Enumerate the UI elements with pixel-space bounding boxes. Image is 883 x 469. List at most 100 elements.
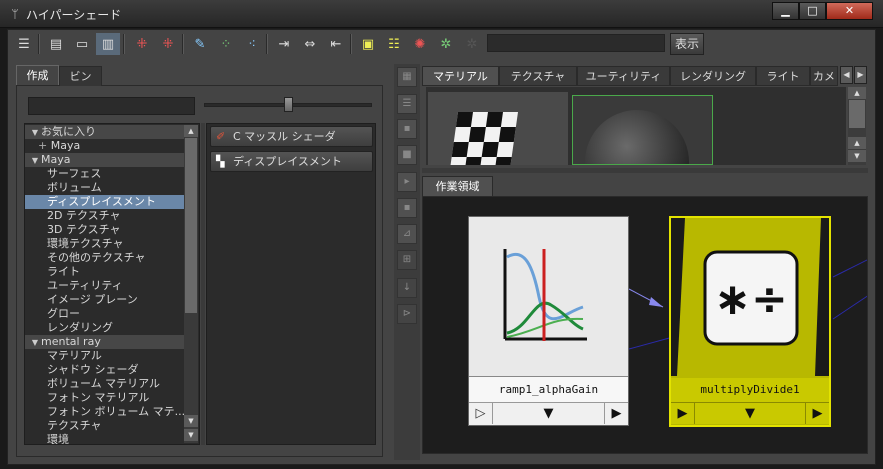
tree-item[interactable]: イメージ プレーン — [25, 293, 185, 307]
tree-header-favorites[interactable]: ▼ お気に入り — [25, 125, 185, 139]
frame-selected-icon[interactable]: ✲ — [460, 33, 484, 55]
tree-item[interactable]: 環境テクスチャ — [25, 237, 185, 251]
scroll-up-icon[interactable]: ▲ — [184, 125, 198, 137]
ramp-node-name[interactable]: ramp1_alphaGain — [469, 376, 628, 402]
graph-nodes-icon[interactable]: ⁘ — [214, 33, 238, 55]
scroll-up-icon[interactable]: ▲ — [848, 87, 866, 99]
input-connections-icon[interactable]: ⇥ — [272, 33, 296, 55]
expand-arrow-icon[interactable]: ▼ — [29, 336, 41, 349]
node-displacement[interactable]: ▚ ディスプレイスメント — [210, 151, 373, 172]
tree-item[interactable]: グロー — [25, 307, 185, 321]
expand-down-icon[interactable]: ▼ — [695, 403, 805, 424]
output-connections-icon[interactable]: ⇤ — [324, 33, 348, 55]
tab-camera[interactable]: カメ — [810, 66, 838, 86]
tree-item[interactable]: テクスチャ — [25, 419, 185, 433]
slider-handle[interactable] — [284, 97, 293, 112]
tab-work-area[interactable]: 作業領域 — [422, 176, 493, 196]
tab-scroll-right-icon[interactable]: ▶ — [854, 66, 867, 84]
tree-item[interactable]: 3D テクスチャ — [25, 223, 185, 237]
tab-material[interactable]: マテリアル — [422, 66, 499, 86]
node-c-muscle-shader[interactable]: ✐ C マッスル シェーダ — [210, 126, 373, 147]
expand-arrow-icon[interactable]: ▼ — [29, 154, 41, 167]
square-icon[interactable]: ■ — [397, 145, 417, 165]
pane-splitter[interactable] — [422, 168, 868, 173]
list-icon[interactable]: ☰ — [397, 94, 417, 114]
search-input[interactable] — [28, 97, 195, 115]
scroll-down-icon[interactable]: ▼ — [184, 415, 198, 427]
play-icon[interactable]: ▶ — [671, 403, 695, 424]
connection-line[interactable] — [628, 336, 674, 350]
play-outline-icon[interactable]: ▷ — [469, 403, 493, 424]
show-button[interactable]: 表示 — [670, 33, 704, 55]
tab-utility[interactable]: ユーティリティ — [577, 66, 670, 86]
rearrange-icon[interactable]: ⁖ — [240, 33, 264, 55]
close-button[interactable]: ✕ — [826, 2, 873, 20]
tree-item[interactable]: サーフェス — [25, 167, 185, 181]
side-tool-icon[interactable]: ▸ — [397, 172, 417, 192]
scroll-down-icon[interactable]: ▼ — [848, 150, 866, 162]
sphere-swatch[interactable] — [572, 95, 713, 165]
input-output-icon[interactable]: ⇔ — [298, 33, 322, 55]
layout-split-icon[interactable]: ▥ — [96, 33, 120, 55]
swatch-scrollbar[interactable]: ▲ ▲ ▼ — [848, 87, 866, 165]
tab-create[interactable]: 作成 — [16, 65, 59, 85]
scroll-thumb[interactable] — [185, 138, 197, 313]
tree-item[interactable]: ユーティリティ — [25, 279, 185, 293]
play-icon[interactable]: ▶ — [604, 403, 628, 424]
tab-texture[interactable]: テクスチャ — [499, 66, 577, 86]
layout-bottom-icon[interactable]: ▭ — [70, 33, 94, 55]
tree-header-mental-ray[interactable]: ▼ mental ray — [25, 335, 185, 349]
tree-item[interactable]: フォトン マテリアル — [25, 391, 185, 405]
tree-scrollbar[interactable]: ▲ ▼ ▼ — [184, 125, 198, 443]
expand-down-icon[interactable]: ▼ — [493, 403, 604, 424]
panel-splitter[interactable] — [201, 123, 205, 445]
tab-bin[interactable]: ビン — [59, 66, 102, 86]
frame-all-icon[interactable]: ✲ — [434, 33, 458, 55]
scroll-down-icon[interactable]: ▼ — [184, 429, 198, 441]
tree-item[interactable]: その他のテクスチャ — [25, 251, 185, 265]
tree-item[interactable]: レンダリング — [25, 321, 185, 335]
attribute-icon[interactable]: ☷ — [382, 33, 406, 55]
tree-item[interactable]: ライト — [25, 265, 185, 279]
tree-item-maya-favorite[interactable]: + Maya — [25, 139, 185, 153]
tab-rendering[interactable]: レンダリング — [670, 66, 756, 86]
side-tool-icon[interactable]: ▪ — [397, 198, 417, 218]
checker-swatch[interactable] — [428, 92, 568, 165]
tree-item[interactable]: シャドウ シェーダ — [25, 363, 185, 377]
graph-input-icon[interactable]: ⁜ — [130, 33, 154, 55]
play-icon[interactable]: ▶ — [805, 403, 829, 424]
tree-item[interactable]: 環境 — [25, 433, 185, 444]
toggle-swatch-icon[interactable]: ▣ — [356, 33, 380, 55]
side-tool-icon[interactable]: ▪ — [397, 119, 417, 139]
tree-item[interactable]: マテリアル — [25, 349, 185, 363]
render-icon[interactable]: ✺ — [408, 33, 432, 55]
tree-item[interactable]: ボリューム マテリアル — [25, 377, 185, 391]
maximize-button[interactable]: □ — [799, 2, 826, 20]
toolbar-separator — [182, 34, 184, 54]
tree-item[interactable]: フォトン ボリューム マテ... — [25, 405, 185, 419]
tab-light[interactable]: ライト — [756, 66, 810, 86]
side-tool-icon[interactable]: ⊳ — [397, 304, 417, 324]
filter-input[interactable] — [487, 34, 665, 52]
app-icon[interactable]: ᛘ — [8, 7, 22, 21]
scroll-up-icon[interactable]: ▲ — [848, 137, 866, 149]
side-tool-icon[interactable]: ▦ — [397, 67, 417, 87]
scroll-thumb[interactable] — [849, 100, 865, 128]
tree-item[interactable]: 2D テクスチャ — [25, 209, 185, 223]
tab-scroll-left-icon[interactable]: ◀ — [840, 66, 853, 84]
grid-icon[interactable]: ⊞ — [397, 250, 417, 270]
tree-item[interactable]: ボリューム — [25, 181, 185, 195]
graph-output-icon[interactable]: ⁜ — [156, 33, 180, 55]
tree-header-maya[interactable]: ▼ Maya — [25, 153, 185, 167]
tree-item-selected[interactable]: ディスプレイスメント — [25, 195, 185, 209]
layout-top-icon[interactable]: ▤ — [44, 33, 68, 55]
eraser-icon[interactable]: ✎ — [188, 33, 212, 55]
arrow-down-icon[interactable]: ↓ — [397, 278, 417, 298]
connection-line[interactable] — [832, 295, 868, 320]
multiply-divide-node-name[interactable]: multiplyDivide1 — [671, 378, 829, 402]
minimize-button[interactable]: ▁ — [772, 2, 799, 20]
connection-line[interactable] — [832, 259, 868, 278]
expand-arrow-icon[interactable]: ▼ — [29, 126, 41, 139]
side-tool-icon[interactable]: ⊿ — [397, 224, 417, 244]
menu-toggle-icon[interactable]: ☰ — [12, 33, 36, 55]
